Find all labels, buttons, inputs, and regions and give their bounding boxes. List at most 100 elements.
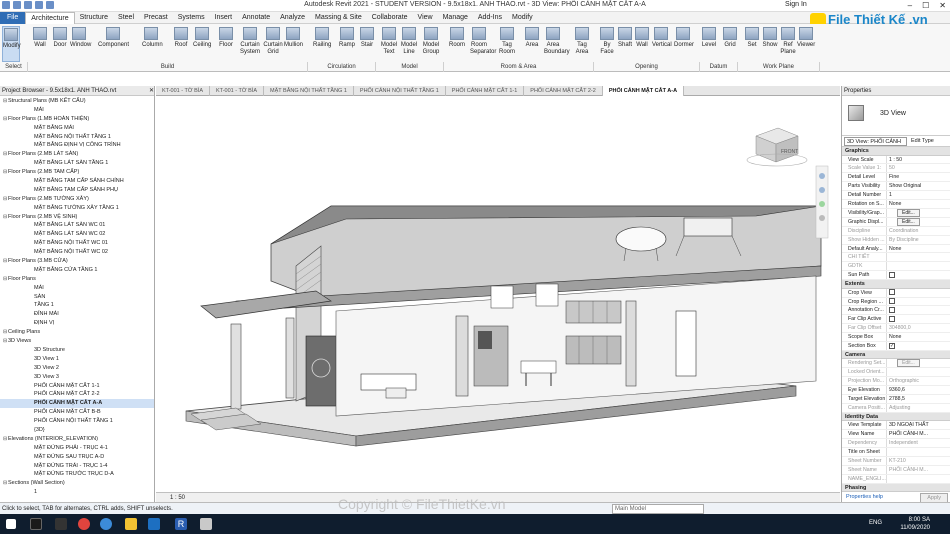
browser-category[interactable]: ⊟Elevations (INTERIOR_ELEVATION) <box>0 435 154 444</box>
ribbon-tab-steel[interactable]: Steel <box>113 12 139 24</box>
browser-item[interactable]: MẶT BẰNG LÁT SÀN TẦNG 1 <box>0 159 154 168</box>
property-value[interactable]: Edit... <box>887 208 950 217</box>
property-value[interactable]: 1 <box>887 191 950 199</box>
property-row[interactable]: Default Analy... None <box>842 244 950 254</box>
property-group-identity-data[interactable]: Identity Data <box>842 412 950 422</box>
instance-dropdown[interactable]: 3D View: PHỐI CẢNH <box>844 136 907 146</box>
task-view-icon[interactable] <box>55 518 67 530</box>
maximize-icon[interactable]: ☐ <box>922 1 929 10</box>
property-row[interactable]: GDTK <box>842 262 950 272</box>
property-row[interactable]: Sheet Number KT-210 <box>842 456 950 466</box>
ribbon-group-model[interactable]: Model <box>376 62 444 72</box>
ribbon-group-work-plane[interactable]: Work Plane <box>738 62 820 72</box>
ribbon-tab-structure[interactable]: Structure <box>75 12 113 24</box>
ribbon-tab-modify[interactable]: Modify <box>507 12 538 24</box>
ribbon-button-area[interactable]: Area <box>523 26 541 62</box>
ribbon-button-column[interactable]: Column <box>142 26 163 62</box>
drawing-canvas[interactable]: FRONT <box>156 96 840 492</box>
ribbon-button-door[interactable]: Door <box>51 26 69 62</box>
property-group-graphics[interactable]: Graphics <box>842 147 950 156</box>
browser-item[interactable]: MẶT BẰNG LÁT SÀN WC 02 <box>0 230 154 239</box>
ribbon-button-room[interactable]: Room <box>448 26 466 62</box>
type-selector[interactable]: 3D View <box>842 96 950 136</box>
property-row[interactable]: Camera Positi... Adjusting <box>842 403 950 413</box>
browser-item[interactable]: MÁI <box>0 106 154 115</box>
ribbon-button-window[interactable]: Window <box>70 26 91 62</box>
close-icon[interactable]: ✕ <box>149 86 154 95</box>
browser-category[interactable]: ⊟Floor Plans (2.MB VỆ SINH) <box>0 213 154 222</box>
ribbon-tab-view[interactable]: View <box>413 12 438 24</box>
property-row[interactable]: CHI TIẾT <box>842 253 950 263</box>
view-tab[interactable]: KT-001 - TỜ BÌA <box>210 86 264 96</box>
property-row[interactable]: Graphic Displ... Edit... <box>842 217 950 227</box>
edit-button[interactable]: Edit... <box>897 208 920 217</box>
ribbon-group-select[interactable]: Select <box>0 62 28 72</box>
browser-item[interactable]: MẶT BẰNG TƯỜNG XÂY TẦNG 1 <box>0 204 154 213</box>
browser-item[interactable]: {3D} <box>0 426 154 435</box>
browser-category[interactable]: ⊟Floor Plans (2.MB TAM CẤP) <box>0 168 154 177</box>
ribbon-button-stair[interactable]: Stair <box>358 26 376 62</box>
browser-item[interactable]: MÁI <box>0 284 154 293</box>
browser-item[interactable]: MẶT BẰNG TAM CẤP SẢNH CHÍNH <box>0 177 154 186</box>
property-row[interactable]: Show Hidden ... By Discipline <box>842 235 950 245</box>
browser-category[interactable]: ⊟3D Views <box>0 337 154 346</box>
ribbon-button-level[interactable]: Level <box>700 26 718 62</box>
ribbon-button-by-face[interactable]: By Face <box>598 26 616 62</box>
edit-button[interactable]: Edit... <box>897 217 920 226</box>
property-row[interactable]: Visibility/Grap... Edit... <box>842 208 950 218</box>
browser-category[interactable]: ⊟Floor Plans (2.MB TƯỜNG XÂY) <box>0 195 154 204</box>
ribbon-tab-collaborate[interactable]: Collaborate <box>367 12 413 24</box>
word-icon[interactable] <box>148 518 160 530</box>
ribbon-tab-add-ins[interactable]: Add-Ins <box>473 12 507 24</box>
property-row[interactable]: Parts Visibility Show Original <box>842 182 950 192</box>
ribbon-button-curtain-grid[interactable]: Curtain Grid <box>262 26 284 62</box>
windows-start-icon[interactable] <box>6 519 16 529</box>
browser-item[interactable]: MẶT ĐỨNG TRÁI - TRỤC 1-4 <box>0 462 154 471</box>
ribbon-button-room-separator[interactable]: Room Separator <box>470 26 496 62</box>
property-row[interactable]: Locked Orient... <box>842 368 950 378</box>
property-value[interactable]: Show Original <box>887 182 950 190</box>
browser-item[interactable]: MẶT ĐỨNG SAU TRỤC A-D <box>0 453 154 462</box>
ribbon-button-floor[interactable]: Floor <box>217 26 235 62</box>
property-row[interactable]: Detail Level Fine <box>842 173 950 183</box>
property-value[interactable]: 2788,5 <box>887 395 950 403</box>
search-icon[interactable] <box>30 518 42 530</box>
edit-button[interactable]: Edit... <box>897 359 920 368</box>
ribbon-tab-precast[interactable]: Precast <box>139 12 173 24</box>
model-selector[interactable]: Main Model <box>612 504 704 514</box>
property-row[interactable]: Detail Number 1 <box>842 191 950 201</box>
checkbox[interactable] <box>889 271 895 278</box>
browser-category[interactable]: ⊟Floor Plans (1.MB HOÀN THIỆN) <box>0 115 154 124</box>
property-row[interactable]: Dependency Independent <box>842 439 950 449</box>
ribbon-button-mullion[interactable]: Mullion <box>284 26 303 62</box>
view-tab[interactable]: PHỐI CẢNH MẶT CẮT 1-1 <box>446 86 525 96</box>
browser-item[interactable]: MẶT BẰNG LÁT SÀN WC 01 <box>0 221 154 230</box>
property-value[interactable]: None <box>887 200 950 208</box>
property-row[interactable]: Crop View <box>842 288 950 298</box>
browser-item[interactable]: MẶT BẰNG CỬA TẦNG 1 <box>0 266 154 275</box>
property-value[interactable]: Independent <box>887 439 950 447</box>
browser-item[interactable]: MẶT ĐỨNG PHẢI - TRỤC 4-1 <box>0 444 154 453</box>
property-value[interactable] <box>887 253 950 261</box>
property-row[interactable]: View Name PHỐI CẢNH M... <box>842 430 950 440</box>
property-value[interactable] <box>887 315 950 323</box>
browser-category[interactable]: ⊟Floor Plans (2.MB LÁT SÀN) <box>0 150 154 159</box>
property-row[interactable]: Far Clip Active <box>842 315 950 325</box>
property-row[interactable]: Rotation on S... None <box>842 200 950 209</box>
property-row[interactable]: Section Box <box>842 342 950 351</box>
ribbon-button-tag-area[interactable]: Tag Area <box>573 26 591 62</box>
ribbon-button-curtain-system[interactable]: Curtain System <box>239 26 261 62</box>
ribbon-button-component[interactable]: Component <box>98 26 129 62</box>
checkbox[interactable] <box>889 307 895 314</box>
property-row[interactable]: Sheet Name PHỐI CẢNH M... <box>842 465 950 475</box>
ribbon-tab-massing-site[interactable]: Massing & Site <box>310 12 367 24</box>
revit-taskbar-icon[interactable]: R <box>175 518 187 530</box>
property-value[interactable]: KT-210 <box>887 457 950 465</box>
browser-item[interactable]: 3D Structure <box>0 346 154 355</box>
property-value[interactable]: PHỐI CẢNH M... <box>887 430 950 438</box>
property-value[interactable]: Coordination <box>887 227 950 235</box>
ribbon-group-opening[interactable]: Opening <box>594 62 700 72</box>
browser-item[interactable]: MẶT BẰNG NỘI THẤT WC 02 <box>0 248 154 257</box>
property-value[interactable]: 9360,6 <box>887 386 950 394</box>
property-row[interactable]: Sun Path <box>842 271 950 281</box>
